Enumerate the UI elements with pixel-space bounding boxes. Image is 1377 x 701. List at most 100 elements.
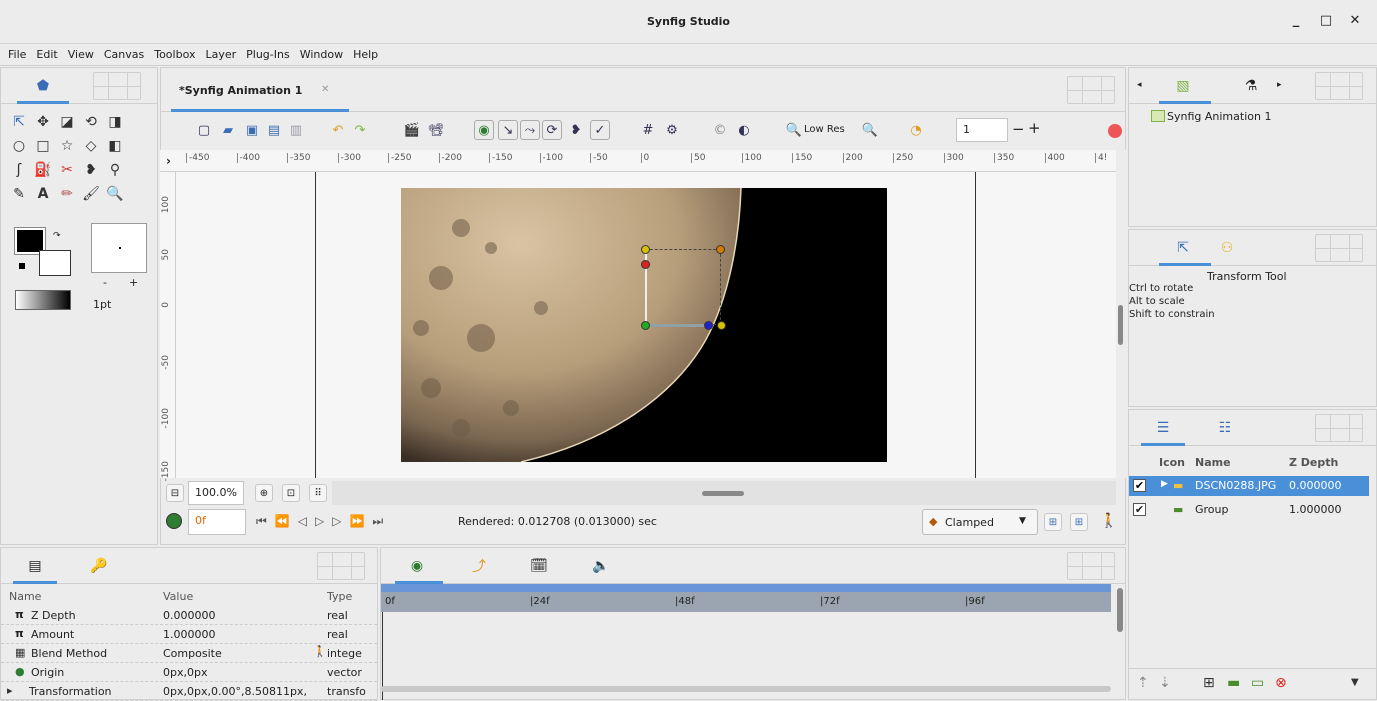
rotate-tool-icon[interactable]: ⟲	[81, 112, 101, 132]
reset-colors-icon[interactable]	[19, 263, 25, 269]
handle-origin[interactable]	[641, 321, 650, 330]
canvas-browser-tab-icon[interactable]: ▧	[1173, 76, 1193, 96]
duplicate-layer-icon[interactable]: ▭	[1251, 675, 1264, 691]
menu-window[interactable]: Window	[300, 48, 343, 61]
handle-rotate[interactable]	[641, 260, 650, 269]
menu-view[interactable]: View	[68, 48, 94, 61]
prev-frame-icon[interactable]: ◁	[298, 514, 315, 528]
panel-grip[interactable]	[1067, 552, 1115, 580]
fill-color-swatch[interactable]	[39, 250, 71, 276]
zoom-in-icon[interactable]: ⊕	[255, 484, 273, 502]
layer-row[interactable]: ✔ ▬ Group 1.000000	[1129, 500, 1369, 520]
zoom-tool-icon[interactable]: 🔍	[105, 184, 125, 204]
panel-grip[interactable]	[317, 552, 365, 580]
tool-options-tab-icon[interactable]: ⇱	[1173, 238, 1193, 258]
handle-top-left[interactable]	[641, 245, 650, 254]
new-folder-icon[interactable]: ▬	[1227, 675, 1240, 691]
tab-scroll-left-icon[interactable]: ◂	[1137, 80, 1142, 90]
zoom-field[interactable]: 100.0%	[188, 481, 244, 505]
brush-size-preview[interactable]	[91, 223, 147, 273]
param-row[interactable]: π Z Depth 0.000000 real	[1, 606, 377, 625]
menu-help[interactable]: Help	[353, 48, 378, 61]
col-type[interactable]: Type	[327, 590, 352, 603]
panel-grip[interactable]	[1315, 234, 1363, 262]
future-keyframes-lock-icon[interactable]: ⊞	[1070, 513, 1088, 531]
animation-figure-icon[interactable]: 🚶	[1100, 513, 1117, 529]
param-value[interactable]: 0.000000	[163, 609, 216, 622]
animation-mode-icon[interactable]	[166, 513, 182, 529]
param-row[interactable]: ● Origin 0px,0px vector	[1, 663, 377, 682]
open-file-icon[interactable]: ▰	[218, 120, 238, 140]
time-range-bar[interactable]	[381, 584, 1111, 592]
zoom-100-icon[interactable]: ⠿	[309, 484, 327, 502]
new-file-icon[interactable]: ▢	[194, 120, 214, 140]
panel-grip[interactable]	[93, 72, 141, 100]
canvas-hscroll[interactable]	[332, 481, 1116, 505]
default-gradient[interactable]	[15, 290, 71, 310]
group-layer-icon[interactable]: ⊞	[1203, 675, 1215, 691]
save-all-icon[interactable]: ▥	[286, 120, 306, 140]
star-tool-icon[interactable]: ☆	[57, 136, 77, 156]
param-row[interactable]: ▸ Transformation 0px,0px,0.00°,8.50811px, t…	[1, 682, 377, 701]
decrease-res-button[interactable]: −	[1012, 120, 1025, 138]
transform-tool-icon[interactable]: ⇱	[9, 112, 29, 132]
timetrack-tab-icon[interactable]: ◉	[407, 556, 427, 576]
menu-plugins[interactable]: Plug-Ins	[246, 48, 290, 61]
tangent-ducks-icon[interactable]: ✓	[590, 120, 610, 140]
grid-icon[interactable]: #	[638, 120, 658, 140]
param-value[interactable]: Composite	[163, 647, 222, 660]
seek-end-icon[interactable]: ⏭	[372, 514, 391, 528]
brush-tool-icon[interactable]: 🖌	[81, 184, 101, 204]
swap-colors-icon[interactable]: ↷	[53, 231, 61, 241]
curves-tab-icon[interactable]: ⤴	[469, 556, 489, 576]
history-tab-icon[interactable]: ⚇	[1217, 238, 1237, 258]
zoom-fit-icon[interactable]: ⊡	[282, 484, 300, 502]
close-tab-icon[interactable]: ✕	[321, 84, 329, 95]
redo-icon[interactable]: ↷	[350, 120, 370, 140]
layer-visible-checkbox[interactable]: ✔	[1133, 503, 1146, 516]
interpolation-select[interactable]: ◆ Clamped ▼	[922, 509, 1038, 535]
past-keyframes-lock-icon[interactable]: ⊞	[1044, 513, 1062, 531]
save-icon[interactable]: ▣	[242, 120, 262, 140]
param-row[interactable]: π Amount 1.000000 real	[1, 625, 377, 644]
layer-visible-checkbox[interactable]: ✔	[1133, 479, 1146, 492]
timetrack-vscroll-thumb[interactable]	[1117, 588, 1123, 632]
prev-keyframe-icon[interactable]: ⏪	[275, 514, 298, 528]
preview-icon[interactable]: 📽	[426, 120, 446, 140]
menu-canvas[interactable]: Canvas	[104, 48, 144, 61]
tab-scroll-right-icon[interactable]: ▸	[1277, 80, 1282, 90]
col-name[interactable]: Name	[9, 590, 41, 603]
footer-menu-icon[interactable]: ▼	[1351, 677, 1359, 688]
mirror-tool-icon[interactable]: ◨	[105, 112, 125, 132]
circle-tool-icon[interactable]: ○	[9, 136, 29, 156]
next-keyframe-icon[interactable]: ⏩	[349, 514, 372, 528]
render-icon[interactable]: 🎬	[402, 120, 422, 140]
expand-icon[interactable]: ▶	[1161, 479, 1168, 489]
selection-box[interactable]	[645, 249, 721, 325]
background-render-icon[interactable]: ◐	[734, 120, 754, 140]
maximize-button[interactable]: □	[1318, 14, 1334, 30]
low-res-icon[interactable]: 🔍	[784, 120, 804, 140]
panel-grip[interactable]	[1315, 414, 1363, 442]
close-button[interactable]: ✕	[1347, 14, 1363, 30]
col-value[interactable]: Value	[163, 590, 193, 603]
fill-tool-icon[interactable]: ⛽	[33, 160, 53, 180]
expand-icon[interactable]: ▸	[7, 684, 13, 697]
menu-file[interactable]: File	[8, 48, 26, 61]
static-param-icon[interactable]: 🚶	[313, 645, 327, 658]
sound-tab-icon[interactable]: 🔈	[591, 556, 611, 576]
angle-ducks-icon[interactable]: ⟳	[542, 120, 562, 140]
params-tab-icon[interactable]: ▤	[25, 556, 45, 576]
col-zdepth[interactable]: Z Depth	[1289, 456, 1338, 469]
gradient-tool-icon[interactable]: ◧	[105, 136, 125, 156]
seek-begin-icon[interactable]: ⏮	[256, 514, 275, 528]
canvas-browser-item[interactable]: Synfig Animation 1	[1167, 110, 1271, 123]
handle-bottom-right[interactable]	[717, 321, 726, 330]
width-tool-icon[interactable]: ❥	[81, 160, 101, 180]
decrease-size-button[interactable]: -	[103, 276, 107, 289]
delete-layer-icon[interactable]: ⊗	[1275, 675, 1287, 691]
handle-angle[interactable]	[704, 321, 713, 330]
draft-render-icon[interactable]: ◔	[906, 120, 926, 140]
rectangle-tool-icon[interactable]: □	[33, 136, 53, 156]
zoom-res-icon[interactable]: 🔍	[860, 120, 880, 140]
